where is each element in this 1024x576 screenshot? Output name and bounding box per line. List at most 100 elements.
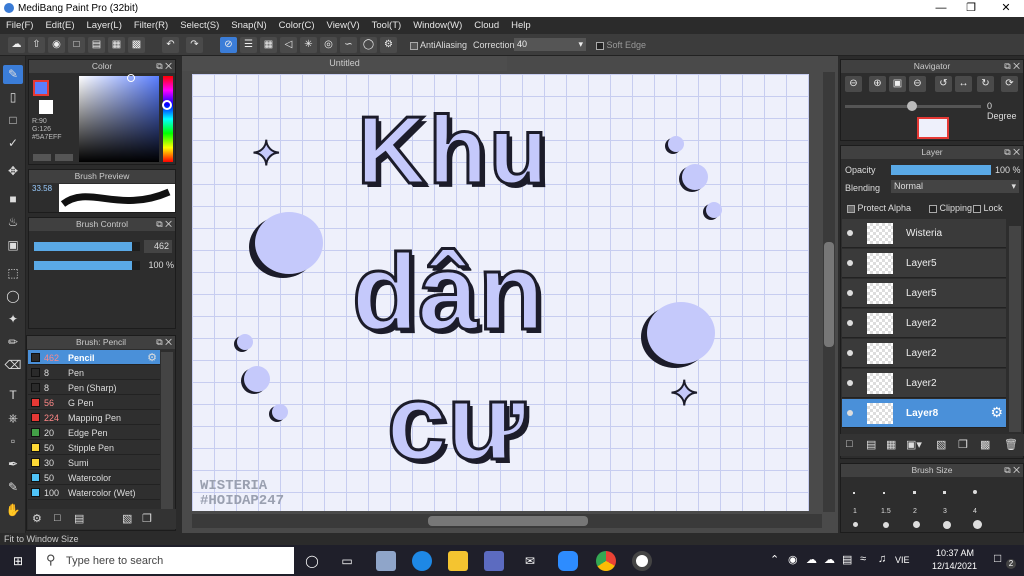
- duplicate-layer-icon[interactable]: ❐: [958, 438, 968, 451]
- snap-off-icon[interactable]: ⊘: [220, 37, 237, 53]
- brush-item[interactable]: 462 Pencil ⚙: [28, 350, 160, 365]
- brush-item[interactable]: 50 Stipple Pen: [28, 440, 160, 455]
- lock-checkbox[interactable]: [973, 204, 981, 213]
- panel-close-icon[interactable]: ⧉ ✕: [156, 218, 172, 231]
- menu-snap[interactable]: Snap(N): [225, 17, 272, 34]
- layer-row[interactable]: Wisteria: [842, 219, 1006, 248]
- tray-app-icon[interactable]: ◉: [788, 553, 798, 566]
- store-icon[interactable]: [484, 551, 504, 571]
- add-brush-icon[interactable]: ⚙: [32, 512, 42, 525]
- rotation-slider[interactable]: [845, 101, 981, 111]
- merge-layer-icon[interactable]: ▩: [980, 438, 990, 451]
- layer-row[interactable]: Layer5: [842, 249, 1006, 278]
- size-dot[interactable]: [913, 491, 916, 494]
- antialiasing-checkbox[interactable]: [410, 41, 418, 50]
- eye-icon[interactable]: [847, 230, 853, 236]
- drawing-canvas[interactable]: Khu dân cư ✦ ✦ WISTERIA #HOIDAP247: [192, 74, 809, 511]
- layer-scrollbar[interactable]: [1009, 226, 1021, 432]
- fill-shape-tool-icon[interactable]: ■: [3, 190, 23, 209]
- tab-untitled[interactable]: Untitled: [182, 56, 507, 71]
- add-color-icon[interactable]: [33, 154, 51, 161]
- navigator-thumbnail[interactable]: [917, 117, 949, 139]
- menu-edit[interactable]: Edit(E): [39, 17, 80, 34]
- eyedropper-tool-icon[interactable]: ✒: [3, 455, 23, 474]
- soft-edge-checkbox[interactable]: [596, 41, 604, 50]
- panel-close-icon[interactable]: ⧉ ✕: [1004, 464, 1020, 477]
- new-8bit-layer-icon[interactable]: ▦: [886, 438, 896, 451]
- new-layer-icon[interactable]: □: [846, 438, 853, 450]
- hue-handle[interactable]: [162, 100, 172, 110]
- bucket-tool-icon[interactable]: ♨: [3, 213, 23, 232]
- duplicate-icon[interactable]: ❐: [142, 512, 152, 525]
- hand-pen-tool-icon[interactable]: ✎: [3, 478, 23, 497]
- fit-window-icon[interactable]: ▣: [889, 76, 906, 92]
- windows-start-icon[interactable]: ⊞: [8, 551, 28, 571]
- size-dot[interactable]: [853, 492, 855, 494]
- eye-icon[interactable]: [847, 350, 853, 356]
- pages-icon[interactable]: ▦: [108, 37, 125, 53]
- select-pen-tool-icon[interactable]: ✏: [3, 333, 23, 352]
- layer-row[interactable]: Layer5: [842, 279, 1006, 308]
- snap-curve-icon[interactable]: ∽: [340, 37, 357, 53]
- panel-close-icon[interactable]: ⧉ ✕: [1004, 146, 1020, 159]
- medibang-icon[interactable]: [632, 551, 652, 571]
- select-tool-icon[interactable]: ⬚: [3, 264, 23, 283]
- text-tool-icon[interactable]: T: [3, 386, 23, 405]
- taskbar-search-box[interactable]: ⚲ Type here to search: [36, 547, 294, 574]
- brush-item[interactable]: 50 Watercolor: [28, 470, 160, 485]
- rotate-right-icon[interactable]: ↻: [977, 76, 994, 92]
- menu-view[interactable]: View(V): [321, 17, 366, 34]
- lock-toggle[interactable]: Lock: [973, 203, 1003, 213]
- menu-window[interactable]: Window(W): [407, 17, 468, 34]
- horizontal-scroll-thumb[interactable]: [428, 516, 588, 526]
- brush-opacity-slider[interactable]: [34, 261, 140, 270]
- brush-item[interactable]: 100 Watercolor (Wet): [28, 485, 160, 500]
- saturation-value-picker[interactable]: [79, 76, 159, 162]
- share-icon[interactable]: ⇧: [28, 37, 45, 53]
- rect-tool-icon[interactable]: □: [3, 111, 23, 130]
- zoom-in-icon[interactable]: ⊕: [869, 76, 886, 92]
- layer-row[interactable]: Layer2: [842, 309, 1006, 338]
- onedrive-icon[interactable]: ☁: [824, 553, 835, 566]
- notification-icon[interactable]: □: [994, 551, 1001, 565]
- brush-item[interactable]: 56 G Pen: [28, 395, 160, 410]
- brush-tool-icon[interactable]: ✎: [3, 65, 23, 84]
- folder-icon[interactable]: ▧: [936, 438, 946, 451]
- layer-row[interactable]: Layer2: [842, 369, 1006, 398]
- protect-alpha-checkbox[interactable]: [847, 204, 855, 213]
- brush-size-slider[interactable]: [34, 242, 140, 251]
- menu-tool[interactable]: Tool(T): [366, 17, 408, 34]
- close-button[interactable]: ✕: [990, 0, 1022, 17]
- chat-icon[interactable]: □: [68, 37, 85, 53]
- snap-settings-icon[interactable]: ⚙: [380, 37, 397, 53]
- protect-alpha-toggle[interactable]: Protect Alpha: [847, 203, 911, 213]
- brush-item[interactable]: 8 Pen: [28, 365, 160, 380]
- layer-opacity-slider[interactable]: [891, 165, 991, 175]
- operation-tool-icon[interactable]: ⎈: [3, 409, 23, 428]
- snap-ellipse-icon[interactable]: ◯: [360, 37, 377, 53]
- menu-filter[interactable]: Filter(R): [128, 17, 174, 34]
- dot-tool-icon[interactable]: ✓: [3, 134, 23, 153]
- snap-parallel-icon[interactable]: ☰: [240, 37, 257, 53]
- vertical-scrollbar[interactable]: [823, 72, 835, 512]
- horizontal-scrollbar[interactable]: [192, 514, 822, 528]
- panel-close-icon[interactable]: ⧉ ✕: [156, 336, 172, 349]
- panel-close-icon[interactable]: ⧉ ✕: [156, 60, 172, 73]
- eye-icon[interactable]: [847, 320, 853, 326]
- brush-item[interactable]: 20 Edge Pen: [28, 425, 160, 440]
- select-eraser-tool-icon[interactable]: ⌫: [3, 356, 23, 375]
- brush-item[interactable]: 8 Pen (Sharp): [28, 380, 160, 395]
- size-dot[interactable]: [883, 492, 885, 494]
- edge-icon[interactable]: [412, 551, 432, 571]
- gear-icon[interactable]: ⚙: [147, 351, 157, 364]
- add-layer-menu-icon[interactable]: ▣▾: [906, 438, 922, 451]
- new-brush-icon[interactable]: □: [54, 512, 61, 524]
- wifi-icon[interactable]: ≈: [860, 553, 866, 565]
- brush-item[interactable]: 224 Mapping Pen: [28, 410, 160, 425]
- network-icon[interactable]: ▤: [842, 553, 852, 566]
- gradient-tool-icon[interactable]: ▣: [3, 236, 23, 255]
- undo-icon[interactable]: ↶: [162, 37, 179, 53]
- magic-wand-tool-icon[interactable]: ✦: [3, 310, 23, 329]
- panel-close-icon[interactable]: ⧉ ✕: [1004, 60, 1020, 73]
- menu-cloud[interactable]: Cloud: [468, 17, 505, 34]
